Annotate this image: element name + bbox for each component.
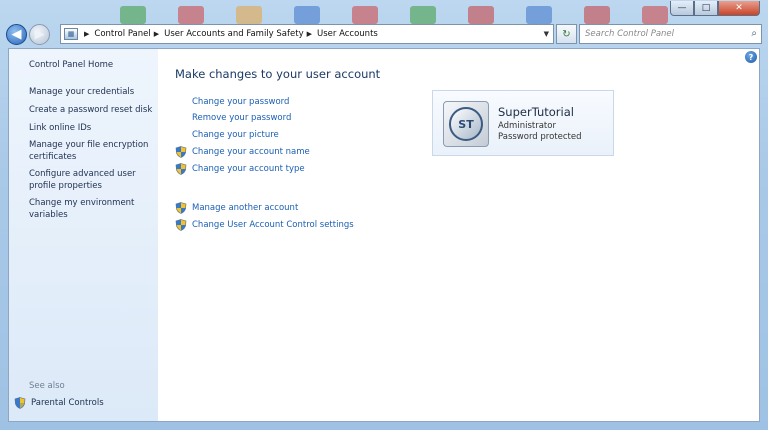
- content-area: Control Panel Home Manage your credentia…: [8, 48, 760, 422]
- change-account-type-link[interactable]: Change your account type: [175, 163, 305, 175]
- change-picture-link[interactable]: Change your picture: [192, 130, 279, 140]
- sidebar-file-encryption[interactable]: Manage your file encryption certificates: [29, 140, 154, 163]
- avatar-logo-icon: ST: [449, 107, 483, 141]
- remove-password-link[interactable]: Remove your password: [192, 113, 291, 123]
- shield-icon: [14, 397, 26, 409]
- parental-controls-label: Parental Controls: [31, 398, 104, 408]
- sidebar-link-online-ids[interactable]: Link online IDs: [29, 123, 154, 135]
- uac-shield-icon: [175, 146, 187, 158]
- sidebar-advanced-profile[interactable]: Configure advanced user profile properti…: [29, 169, 154, 192]
- change-password-link[interactable]: Change your password: [192, 97, 289, 107]
- user-name: SuperTutorial: [498, 105, 574, 119]
- link-label: Manage another account: [192, 203, 299, 213]
- minimize-button[interactable]: —: [670, 1, 694, 16]
- uac-shield-icon: [175, 163, 187, 175]
- forward-button[interactable]: ▶: [29, 24, 50, 45]
- sidebar-manage-credentials[interactable]: Manage your credentials: [29, 87, 154, 99]
- breadcrumb-control-panel[interactable]: Control Panel ▶: [94, 29, 164, 39]
- address-dropdown-icon[interactable]: ▼: [544, 30, 549, 38]
- address-bar[interactable]: ▦ ▶ Control Panel ▶ User Accounts and Fam…: [60, 24, 554, 44]
- search-placeholder: Search Control Panel: [585, 29, 675, 39]
- navigation-bar: ◀ ▶ ▦ ▶ Control Panel ▶ User Accounts and…: [0, 24, 768, 46]
- manage-another-account-link[interactable]: Manage another account: [175, 202, 298, 214]
- breadcrumb-label: User Accounts: [317, 29, 378, 39]
- window: — □ ✕ ◀ ▶ ▦ ▶ Control Panel ▶ User Accoun…: [0, 0, 768, 430]
- link-label: Change your account type: [192, 164, 305, 174]
- change-uac-settings-link[interactable]: Change User Account Control settings: [175, 219, 354, 231]
- avatar[interactable]: ST: [443, 101, 489, 147]
- user-role: Administrator: [498, 121, 556, 131]
- sidebar: Control Panel Home Manage your credentia…: [9, 49, 158, 421]
- breadcrumb-label: User Accounts and Family Safety: [164, 29, 304, 39]
- caption-buttons: — □ ✕: [670, 1, 760, 16]
- help-icon[interactable]: ?: [745, 51, 757, 63]
- breadcrumb-separator-root[interactable]: ▶: [81, 30, 94, 38]
- back-button[interactable]: ◀: [6, 24, 27, 45]
- link-label: Change User Account Control settings: [192, 220, 354, 230]
- taskbar-glass-background: [0, 0, 768, 24]
- control-panel-icon: ▦: [64, 28, 78, 40]
- user-password-status: Password protected: [498, 132, 582, 142]
- close-button[interactable]: ✕: [718, 1, 760, 16]
- user-account-card: ST SuperTutorial Administrator Password …: [432, 90, 614, 156]
- uac-shield-icon: [175, 202, 187, 214]
- maximize-button[interactable]: □: [694, 1, 718, 16]
- breadcrumb-label: Control Panel: [94, 29, 151, 39]
- breadcrumb-user-accounts-family-safety[interactable]: User Accounts and Family Safety ▶: [164, 29, 317, 39]
- sidebar-environment-variables[interactable]: Change my environment variables: [29, 198, 154, 221]
- uac-shield-icon: [175, 219, 187, 231]
- sidebar-parental-controls[interactable]: Parental Controls: [14, 397, 104, 409]
- search-icon[interactable]: ⌕: [751, 28, 757, 39]
- refresh-button[interactable]: ↻: [556, 24, 577, 44]
- breadcrumb-user-accounts[interactable]: User Accounts: [317, 29, 378, 39]
- search-input[interactable]: Search Control Panel ⌕: [579, 24, 762, 44]
- see-also-heading: See also: [29, 381, 65, 391]
- sidebar-create-reset-disk[interactable]: Create a password reset disk: [29, 105, 154, 117]
- sidebar-control-panel-home[interactable]: Control Panel Home: [29, 60, 154, 72]
- change-account-name-link[interactable]: Change your account name: [175, 146, 310, 158]
- page-title: Make changes to your user account: [175, 67, 381, 81]
- link-label: Change your account name: [192, 147, 310, 157]
